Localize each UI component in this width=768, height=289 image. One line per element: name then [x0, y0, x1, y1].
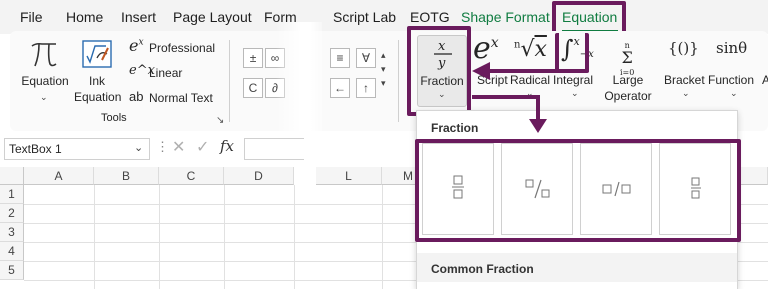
large-operator-label-2: Operator — [604, 89, 652, 103]
plus-minus-symbol[interactable]: ± — [243, 48, 263, 68]
grid-line — [224, 185, 225, 289]
ink-equation-icon — [82, 40, 112, 68]
grid-line — [94, 185, 95, 289]
insert-function-icon[interactable]: fx — [220, 137, 234, 155]
dialog-launcher-icon[interactable]: ↘ — [216, 115, 224, 126]
column-header-m[interactable]: M — [382, 167, 416, 185]
formula-input[interactable] — [244, 138, 304, 160]
menu-insert[interactable]: Insert — [121, 9, 156, 25]
grid-line — [159, 185, 160, 289]
equation-button[interactable]: Equation ⌄ — [16, 38, 70, 124]
cancel-icon[interactable]: ✕ — [172, 137, 185, 157]
abc-icon: ab — [129, 89, 144, 104]
menu-file[interactable]: File — [20, 9, 43, 25]
linear-label: Linear — [149, 66, 183, 80]
group-separator-2 — [398, 40, 399, 122]
function-label: Function — [708, 73, 755, 87]
select-all-corner[interactable] — [0, 167, 24, 185]
column-header-c[interactable]: C — [159, 167, 224, 185]
ex-professional-icon: ex — [129, 36, 144, 55]
large-operator-label-1: Large — [612, 73, 644, 87]
normal-text-label: Normal Text — [149, 91, 213, 105]
equation-label: Equation — [21, 74, 69, 88]
accent-label-cut: A — [762, 73, 768, 87]
callout-arrow-elbow-v — [536, 95, 540, 121]
more-options-icon: ⋮ — [156, 139, 169, 154]
menu-page-layout[interactable]: Page Layout — [173, 9, 252, 25]
name-box-dropdown-icon[interactable]: ⌄ — [134, 141, 143, 154]
integral-label: Integral — [553, 73, 594, 87]
callout-arrowhead-down — [529, 119, 547, 133]
complement-symbol[interactable]: C — [243, 78, 263, 98]
tools-group-label: Tools — [101, 112, 127, 124]
bracket-icon: {()} — [668, 39, 699, 57]
left-arrow-symbol[interactable]: ← — [330, 78, 350, 98]
menu-shape-format[interactable]: Shape Format — [461, 9, 550, 25]
column-header-cut[interactable] — [738, 167, 768, 185]
chevron-down-icon: ⌄ — [571, 88, 579, 98]
professional-label: Professional — [149, 41, 216, 55]
row-header-5[interactable]: 5 — [0, 261, 24, 280]
chevron-down-icon: ⌄ — [40, 92, 48, 102]
symbols-scroll-icon[interactable]: ▴ ▾ ▾ — [381, 48, 391, 98]
for-all-symbol[interactable]: ∀ — [356, 48, 376, 68]
identical-symbol[interactable]: ≡ — [330, 48, 350, 68]
row-header-1[interactable]: 1 — [0, 185, 24, 204]
callout-arrow-elbow-h — [472, 95, 540, 99]
chevron-down-icon: ⌄ — [730, 88, 738, 98]
row-header-3[interactable]: 3 — [0, 223, 24, 242]
fraction-highlight — [407, 26, 471, 116]
ink-label: Ink — [88, 74, 105, 88]
grid-line — [294, 185, 295, 289]
gallery-title: Fraction — [431, 121, 479, 135]
row-header-2[interactable]: 2 — [0, 204, 24, 223]
column-header-l[interactable]: L — [316, 167, 382, 185]
group-separator — [229, 40, 230, 122]
integral-highlight-tail — [555, 33, 589, 73]
sin-theta-icon: sinθ — [716, 39, 748, 57]
row-header-4[interactable]: 4 — [0, 242, 24, 261]
bracket-label: Bracket — [664, 73, 705, 87]
fraction-tiles-highlight — [415, 139, 741, 242]
large-operator-button[interactable]: n Σi=0 Large Operator — [598, 35, 658, 107]
menu-home[interactable]: Home — [66, 9, 103, 25]
pi-icon — [31, 42, 57, 67]
name-box[interactable]: TextBox 1 — [4, 138, 150, 160]
ink-equation-label: Equation — [74, 90, 122, 104]
up-arrow-symbol[interactable]: ↑ — [356, 78, 376, 98]
script-icon: ex — [473, 31, 499, 66]
chevron-down-icon: ⌄ — [682, 88, 690, 98]
enter-check-icon[interactable]: ✓ — [196, 137, 209, 157]
grid-line — [382, 185, 383, 289]
radical-label: Radical — [510, 73, 551, 87]
column-header-b[interactable]: B — [94, 167, 159, 185]
radical-icon: n√x — [514, 37, 547, 62]
column-header-a[interactable]: A — [24, 167, 94, 185]
column-header-d[interactable]: D — [224, 167, 294, 185]
menu-script-lab[interactable]: Script Lab — [333, 9, 396, 25]
function-button[interactable]: sinθ Function ⌄ — [708, 35, 758, 107]
common-fraction-title: Common Fraction — [431, 262, 534, 276]
common-fraction-body — [417, 282, 737, 289]
callout-arrowhead-left — [472, 62, 490, 80]
bracket-button[interactable]: {()} Bracket ⌄ — [664, 35, 708, 107]
menu-eotg[interactable]: EOTG — [410, 9, 450, 25]
